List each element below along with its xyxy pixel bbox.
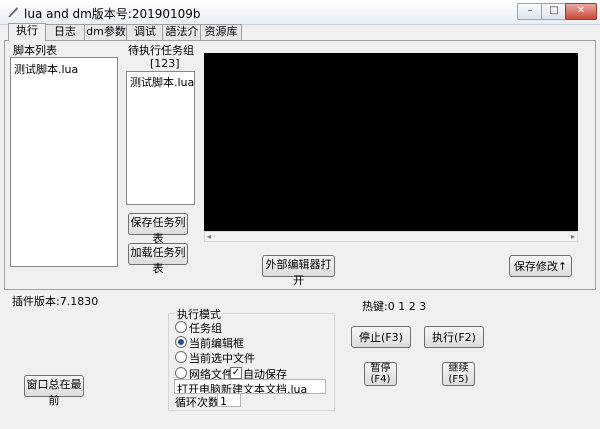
tab-debug[interactable]: 调试 xyxy=(126,24,164,40)
loop-count-field[interactable]: 1 xyxy=(217,393,241,407)
tab-syntax[interactable]: 語法介紹 xyxy=(162,24,202,52)
task-group-label: 待执行任务组 xyxy=(128,44,194,57)
plugin-version: 插件版本:7.1830 xyxy=(12,295,99,308)
script-list[interactable]: 测试脚本.lua xyxy=(10,57,118,267)
continue-label: 继续 xyxy=(448,363,469,374)
tab-resources[interactable]: 资源库 xyxy=(200,24,242,40)
radio-label: 当前编辑框 xyxy=(189,337,244,350)
continue-button[interactable]: 继续 (F5) xyxy=(442,362,475,386)
tab-log[interactable]: 日志 xyxy=(44,24,86,40)
main-window: lua and dm版本号:20190109b – □ ✕ 执行 日志 dm参数… xyxy=(0,0,600,429)
run-tab-panel: 脚本列表 测试脚本.lua 待执行任务组 [123] 测试脚本.lua 保存任务… xyxy=(4,40,596,290)
script-list-label: 脚本列表 xyxy=(13,44,57,57)
title-bar: lua and dm版本号:20190109b – □ ✕ xyxy=(0,0,600,25)
code-editor[interactable] xyxy=(204,53,578,231)
list-item[interactable]: 测试脚本.lua xyxy=(130,74,194,90)
radio-label: 任务组 xyxy=(189,322,222,335)
close-button[interactable]: ✕ xyxy=(565,3,597,20)
radio-selected-file[interactable] xyxy=(175,351,187,363)
save-changes-button[interactable]: 保存修改↑ xyxy=(509,255,572,277)
open-external-editor-button[interactable]: 外部编辑器打开 xyxy=(262,255,335,287)
pause-label: 暂停 xyxy=(370,363,391,374)
tab-run[interactable]: 执行 xyxy=(8,23,46,41)
run-button[interactable]: 执行(F2) xyxy=(424,326,484,348)
feather-icon xyxy=(8,7,18,17)
maximize-button[interactable]: □ xyxy=(541,3,567,20)
list-item[interactable]: 测试脚本.lua xyxy=(14,61,78,77)
pause-button[interactable]: 暂停 (F4) xyxy=(364,362,397,386)
radio-task-group[interactable] xyxy=(175,321,187,333)
window-title: lua and dm版本号:20190109b xyxy=(24,7,201,21)
task-list[interactable]: 测试脚本.lua xyxy=(126,71,195,205)
hotkeys-text: 热键:0 1 2 3 xyxy=(362,300,427,313)
horizontal-scrollbar[interactable]: ◂ ▸ xyxy=(204,231,578,242)
scroll-right-icon[interactable]: ▸ xyxy=(571,232,575,242)
task-group-tag: [123] xyxy=(150,57,180,70)
always-on-top-button[interactable]: 窗口总在最前 xyxy=(24,375,84,407)
minimize-button[interactable]: – xyxy=(517,3,543,20)
radio-network-file[interactable] xyxy=(175,367,187,379)
radio-current-editor[interactable] xyxy=(175,336,187,348)
radio-label: 当前选中文件 xyxy=(189,352,255,365)
continue-hotkey: (F5) xyxy=(448,374,469,385)
save-task-list-button[interactable]: 保存任务列表 xyxy=(128,213,188,245)
loop-count-label: 循环次数 xyxy=(175,396,219,409)
scroll-left-icon[interactable]: ◂ xyxy=(207,232,211,242)
tab-dm-params[interactable]: dm参数 xyxy=(84,24,128,40)
load-task-list-button[interactable]: 加载任务列表 xyxy=(128,243,188,275)
pause-hotkey: (F4) xyxy=(370,374,391,385)
file-path-field[interactable]: 打开电脑新建文本文档.lua xyxy=(174,379,326,394)
stop-button[interactable]: 停止(F3) xyxy=(351,326,411,348)
auto-save-checkbox[interactable]: ✓ xyxy=(230,367,242,379)
